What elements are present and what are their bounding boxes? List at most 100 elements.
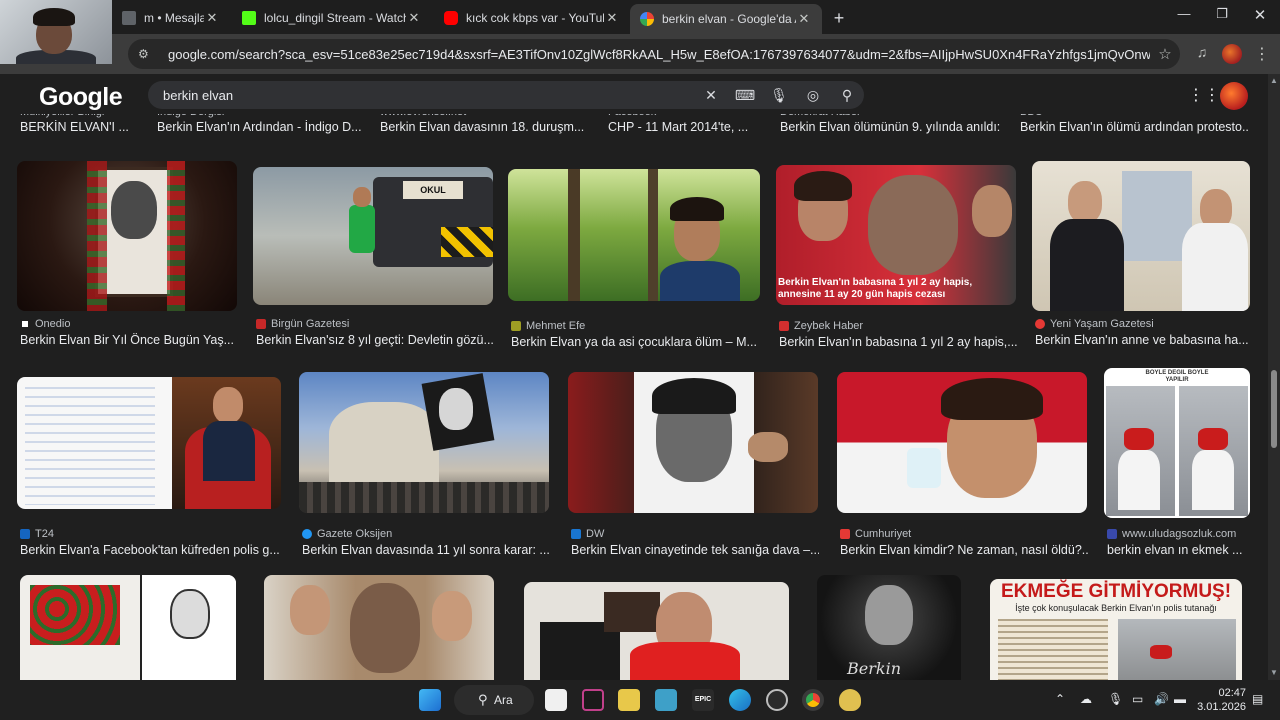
app-icon[interactable] bbox=[839, 689, 861, 711]
windows-start-icon[interactable] bbox=[419, 689, 441, 711]
media-controls-icon[interactable]: ♫ bbox=[1192, 44, 1212, 64]
lens-camera-icon[interactable]: ◎ bbox=[796, 87, 830, 104]
bookmark-star-icon[interactable]: ☆ bbox=[1150, 45, 1180, 63]
close-tab-icon[interactable]: ✕ bbox=[406, 10, 422, 26]
maximize-icon[interactable]: ❐ bbox=[1204, 6, 1240, 22]
google-logo[interactable]: Google bbox=[39, 83, 123, 112]
browser-profile-icon[interactable] bbox=[1222, 44, 1242, 64]
result-source: Zeybek Haber bbox=[779, 319, 1019, 333]
app-icon[interactable] bbox=[655, 689, 677, 711]
result-thumbnail[interactable] bbox=[1032, 161, 1250, 311]
list-item[interactable]: İndigo Dergisi Berkin Elvan'ın Ardından … bbox=[157, 106, 362, 144]
battery-icon[interactable]: ▬ bbox=[1174, 692, 1186, 706]
result-thumbnail[interactable] bbox=[508, 169, 760, 301]
avatar[interactable] bbox=[1220, 82, 1248, 110]
edge-icon[interactable] bbox=[729, 689, 751, 711]
list-item[interactable]: Facebook CHP - 11 Mart 2014'te, ... bbox=[608, 106, 753, 144]
result-thumbnail[interactable]: EKMEĞE GİTMİYORMUŞ! İşte çok konuşulacak… bbox=[990, 579, 1242, 680]
result-caption[interactable]: Berkin Elvan cinayetinde tek sanığa dava… bbox=[571, 543, 819, 557]
result-caption[interactable]: Berkin Elvan'ın anne ve babasına ha... bbox=[1035, 333, 1253, 347]
site-info-icon[interactable]: ⚙ bbox=[138, 47, 154, 61]
result-caption[interactable]: Berkin Elvan davasının 18. duruşm... bbox=[380, 120, 585, 134]
scroll-down-icon[interactable]: ▼ bbox=[1270, 668, 1278, 677]
result-caption[interactable]: berkin elvan ın ekmek ... bbox=[1107, 543, 1253, 557]
scrollbar-thumb[interactable] bbox=[1271, 370, 1277, 448]
result-thumbnail[interactable]: OKUL bbox=[253, 167, 493, 305]
tab-google-search[interactable]: berkin elvan - Google'da Ara ✕ bbox=[630, 4, 822, 34]
new-tab-button[interactable]: + bbox=[830, 8, 848, 29]
cumhuriyet-favicon-icon bbox=[840, 529, 850, 539]
result-thumbnail[interactable] bbox=[17, 161, 237, 311]
store-icon[interactable] bbox=[545, 689, 567, 711]
result-caption[interactable]: BERKİN ELVAN'I ... bbox=[20, 120, 140, 134]
result-caption[interactable]: Berkin Elvan Bir Yıl Önce Bugün Yaş... bbox=[20, 333, 235, 347]
result-caption[interactable]: Berkin Elvan'a Facebook'tan küfreden pol… bbox=[20, 543, 282, 557]
onedio-favicon-icon bbox=[20, 319, 30, 329]
google-favicon-icon bbox=[640, 12, 654, 26]
network-icon[interactable]: ▭ bbox=[1132, 692, 1143, 706]
result-caption[interactable]: Berkin Elvan ölümünün 9. yılında anıldı:… bbox=[780, 120, 1000, 134]
url-text[interactable]: google.com/search?sca_esv=51ce83e25ec719… bbox=[168, 47, 1150, 62]
app-icon[interactable] bbox=[582, 689, 604, 711]
clock[interactable]: 02:47 3.01.2026 bbox=[1196, 686, 1246, 714]
clear-search-icon[interactable]: ✕ bbox=[694, 87, 728, 104]
result-caption[interactable]: Berkin Elvan'ın babasına 1 yıl 2 ay hapi… bbox=[779, 335, 1019, 349]
tab-messages[interactable]: m • Mesajlar ✕ bbox=[112, 4, 230, 32]
result-caption[interactable]: Berkin Elvan ya da asi çocuklara ölüm – … bbox=[511, 335, 761, 349]
chrome-icon[interactable] bbox=[802, 689, 824, 711]
list-item[interactable]: www.evrensel.net Berkin Elvan davasının … bbox=[380, 106, 585, 144]
taskbar-search[interactable]: ⚲ Ara bbox=[454, 685, 534, 715]
t24-favicon-icon bbox=[20, 529, 30, 539]
close-tab-icon[interactable]: ✕ bbox=[796, 11, 812, 27]
result-thumbnail[interactable]: BOYLE DEGIL BOYLE YAPILIR bbox=[1104, 368, 1250, 518]
result-caption[interactable]: Berkin Elvan'ın ölümü ardından protesto.… bbox=[1020, 120, 1250, 134]
search-input[interactable]: berkin elvan bbox=[163, 88, 694, 103]
browser-menu-icon[interactable]: ⋮ bbox=[1252, 44, 1272, 64]
drink-cup bbox=[907, 448, 941, 488]
headline-text: EKMEĞE GİTMİYORMUŞ! bbox=[1000, 581, 1232, 602]
van-sign: OKUL bbox=[403, 181, 463, 199]
page-scrollbar[interactable]: ▲ ▼ bbox=[1268, 74, 1280, 680]
notification-icon[interactable]: ▤ bbox=[1252, 692, 1263, 706]
red-scarf bbox=[1124, 428, 1154, 450]
search-icon[interactable]: ⚲ bbox=[830, 87, 864, 104]
file-explorer-icon[interactable] bbox=[618, 689, 640, 711]
result-caption[interactable]: Berkin Elvan'ın Ardından - İndigo D... bbox=[157, 120, 362, 134]
result-thumbnail[interactable] bbox=[17, 377, 281, 509]
result-thumbnail[interactable] bbox=[568, 372, 818, 513]
list-item[interactable]: BBC Berkin Elvan'ın ölümü ardından prote… bbox=[1020, 106, 1250, 144]
result-caption[interactable]: Berkin Elvan'sız 8 yıl geçti: Devletin g… bbox=[256, 333, 496, 347]
father-face bbox=[972, 185, 1012, 237]
result-caption[interactable]: CHP - 11 Mart 2014'te, ... bbox=[608, 120, 753, 134]
microphone-icon[interactable]: 🎙 bbox=[762, 87, 796, 104]
address-bar[interactable]: ⚙ google.com/search?sca_esv=51ce83e25ec7… bbox=[128, 39, 1180, 69]
onedrive-icon[interactable]: ☁ bbox=[1080, 692, 1092, 706]
tray-overflow-icon[interactable]: ⌃ bbox=[1055, 692, 1065, 706]
portrait-face bbox=[111, 181, 157, 239]
list-item[interactable]: Mülkiyeliler Birliği BERKİN ELVAN'I ... bbox=[20, 106, 140, 144]
search-box[interactable]: berkin elvan ✕ ⌨ 🎙 ◎ ⚲ bbox=[148, 81, 864, 109]
tab-youtube[interactable]: kıck cok kbps var - YouTube ✕ bbox=[434, 4, 630, 32]
tab-kick-stream[interactable]: lolcu_dingil Stream - Watch Live ✕ bbox=[232, 4, 432, 32]
result-thumbnail[interactable] bbox=[20, 575, 236, 680]
microphone-icon[interactable]: 🎙 bbox=[1108, 692, 1123, 706]
result-thumbnail[interactable] bbox=[524, 582, 789, 680]
scroll-up-icon[interactable]: ▲ bbox=[1270, 76, 1278, 85]
app-icon[interactable] bbox=[766, 689, 788, 711]
minimize-icon[interactable]: — bbox=[1166, 6, 1202, 21]
list-item[interactable]: Demokrat Haber Berkin Elvan ölümünün 9. … bbox=[780, 106, 1000, 144]
result-thumbnail[interactable] bbox=[837, 372, 1087, 513]
close-window-icon[interactable]: ✕ bbox=[1242, 6, 1278, 24]
close-tab-icon[interactable]: ✕ bbox=[604, 10, 620, 26]
result-thumbnail[interactable]: Berkin bbox=[817, 575, 961, 680]
result-caption[interactable]: Berkin Elvan kimdir? Ne zaman, nasıl öld… bbox=[840, 543, 1088, 557]
epic-games-icon[interactable]: EPIC bbox=[692, 689, 714, 711]
keyboard-icon[interactable]: ⌨ bbox=[728, 87, 762, 104]
result-caption[interactable]: Berkin Elvan davasında 11 yıl sonra kara… bbox=[302, 543, 550, 557]
result-thumbnail[interactable] bbox=[299, 372, 549, 513]
volume-icon[interactable]: 🔊 bbox=[1154, 692, 1169, 706]
result-thumbnail[interactable]: Berkin Elvan'ın babasına 1 yıl 2 ay hapi… bbox=[776, 165, 1016, 305]
result-thumbnail[interactable] bbox=[264, 575, 494, 680]
mother-face bbox=[432, 591, 472, 641]
close-tab-icon[interactable]: ✕ bbox=[204, 10, 220, 26]
